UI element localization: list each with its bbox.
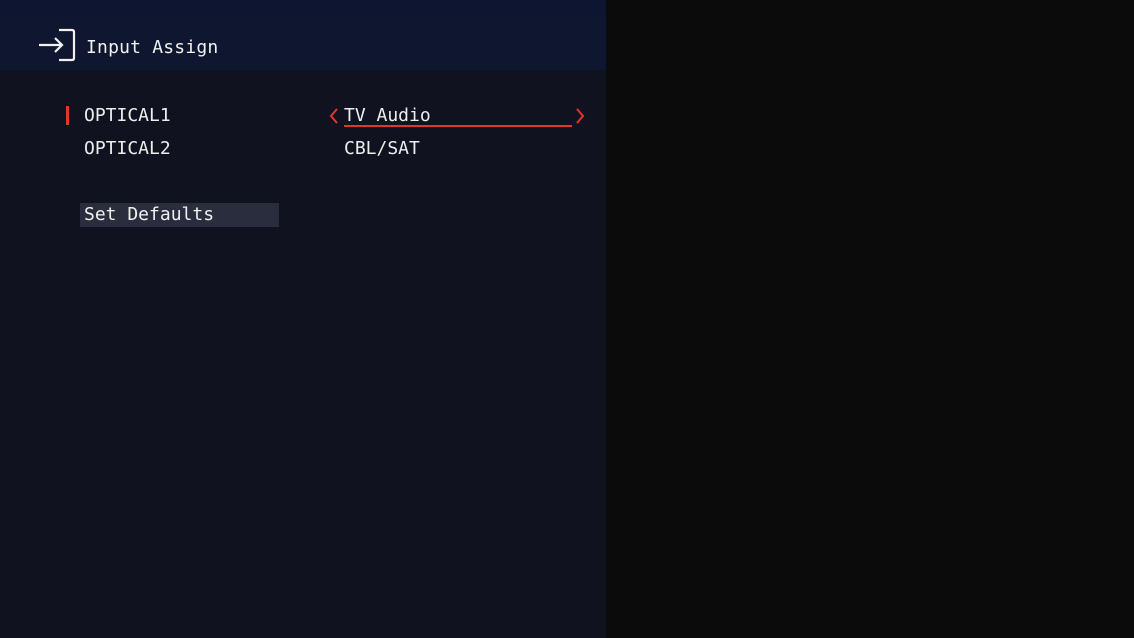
menu-header: Input Assign xyxy=(0,0,606,70)
set-defaults-button[interactable]: Set Defaults xyxy=(80,203,279,227)
input-label-optical1: OPTICAL1 xyxy=(84,105,171,126)
input-row-optical2[interactable]: OPTICAL2 CBL/SAT xyxy=(0,136,606,162)
input-label-optical2: OPTICAL2 xyxy=(84,138,171,159)
chevron-left-icon[interactable] xyxy=(328,107,340,125)
page-title: Input Assign xyxy=(86,37,219,58)
focus-marker xyxy=(66,106,69,125)
chevron-right-icon[interactable] xyxy=(574,107,586,125)
input-row-optical1[interactable]: OPTICAL1 TV Audio xyxy=(0,103,606,129)
assigned-input-value[interactable]: CBL/SAT xyxy=(344,138,420,160)
assigned-input-value[interactable]: TV Audio xyxy=(344,105,431,127)
menu-panel: Input Assign OPTICAL1 TV Audio OPTICAL2 … xyxy=(0,0,606,638)
screen: Input Assign OPTICAL1 TV Audio OPTICAL2 … xyxy=(0,0,1134,638)
value-underline xyxy=(344,125,572,127)
input-icon xyxy=(38,28,76,62)
